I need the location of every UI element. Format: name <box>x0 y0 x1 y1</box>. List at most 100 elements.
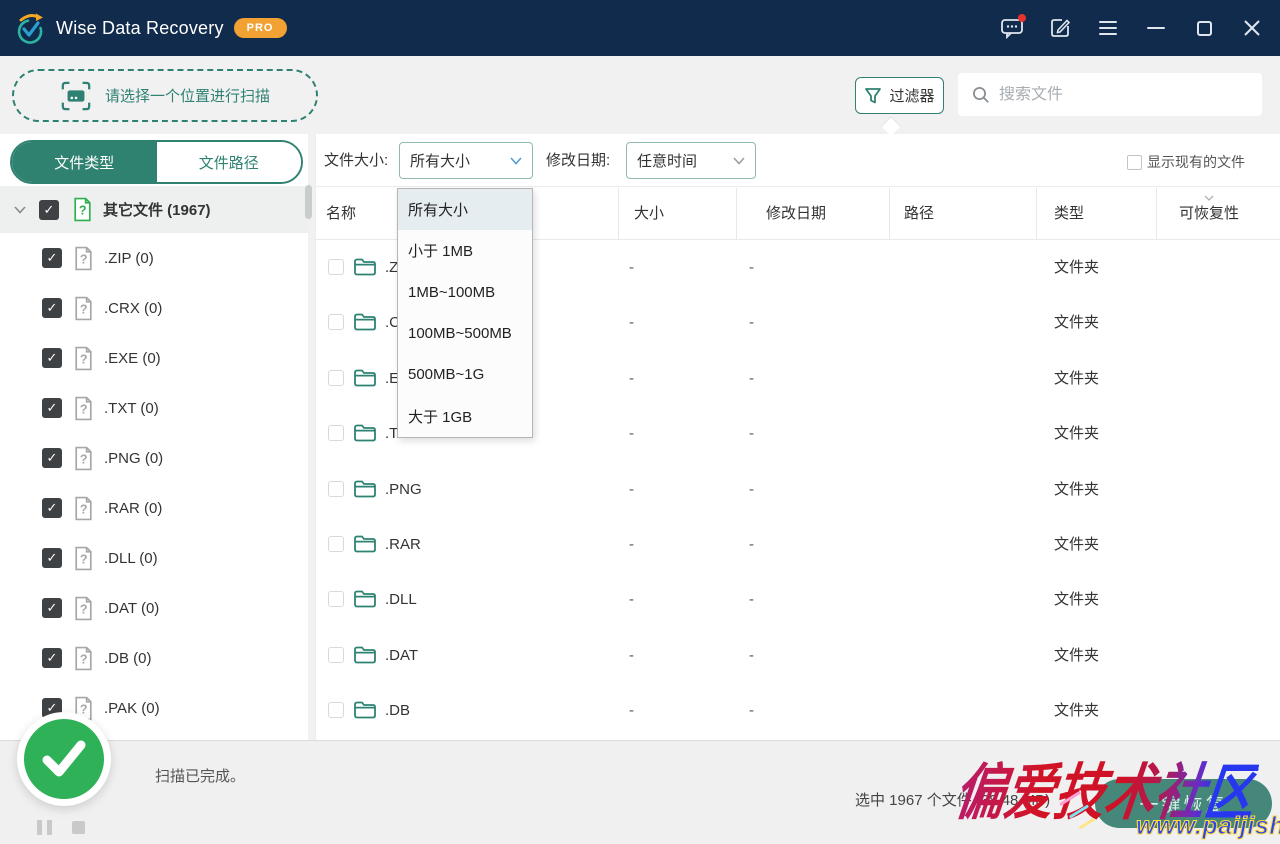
compose-icon[interactable] <box>1048 16 1072 40</box>
dropdown-option[interactable]: 100MB~500MB <box>398 313 532 354</box>
item-label: .PAK (0) <box>104 700 160 717</box>
item-checkbox-checked[interactable]: ✓ <box>42 548 62 568</box>
item-checkbox-checked[interactable]: ✓ <box>42 348 62 368</box>
cell-size: - <box>629 462 634 517</box>
chevron-down-icon[interactable] <box>14 206 26 214</box>
svg-text:?: ? <box>80 352 88 366</box>
table-row[interactable]: .PNG - - 文件夹 <box>316 462 1280 517</box>
search-box[interactable] <box>958 73 1262 116</box>
dropdown-option[interactable]: 500MB~1G <box>398 354 532 395</box>
sidebar-scrollbar[interactable] <box>305 184 312 740</box>
column-divider <box>618 188 619 239</box>
folder-icon <box>353 368 377 388</box>
dropdown-option[interactable]: 大于 1GB <box>398 396 532 437</box>
row-checkbox[interactable] <box>328 370 344 386</box>
col-type[interactable]: 类型 <box>1054 187 1084 240</box>
col-date[interactable]: 修改日期 <box>766 187 826 240</box>
row-checkbox[interactable] <box>328 702 344 718</box>
dropdown-option[interactable]: 所有大小 <box>398 189 532 230</box>
row-checkbox[interactable] <box>328 647 344 663</box>
item-checkbox-checked[interactable]: ✓ <box>42 648 62 668</box>
col-size[interactable]: 大小 <box>634 187 664 240</box>
maximize-icon[interactable] <box>1192 16 1216 40</box>
row-checkbox[interactable] <box>328 481 344 497</box>
list-item[interactable]: ✓ ? .CRX (0) <box>0 283 308 333</box>
item-checkbox-checked[interactable]: ✓ <box>42 448 62 468</box>
list-item[interactable]: ✓ ? .RAR (0) <box>0 483 308 533</box>
item-label: .RAR (0) <box>104 500 162 517</box>
tab-file-path[interactable]: 文件路径 <box>157 142 302 182</box>
col-path[interactable]: 路径 <box>904 187 934 240</box>
modified-date-label: 修改日期: <box>546 134 610 187</box>
item-checkbox-checked[interactable]: ✓ <box>42 498 62 518</box>
list-item[interactable]: ✓ ? .DB (0) <box>0 633 308 683</box>
modified-date-select[interactable]: 任意时间 <box>626 142 756 179</box>
item-checkbox-checked[interactable]: ✓ <box>42 248 62 268</box>
search-input[interactable] <box>999 86 1239 104</box>
cell-type: 文件夹 <box>1054 517 1099 572</box>
list-item[interactable]: ✓ ? .DAT (0) <box>0 583 308 633</box>
filter-button[interactable]: 过滤器 <box>855 77 944 114</box>
checkbox-unchecked[interactable] <box>1127 155 1142 170</box>
message-icon[interactable] <box>1000 16 1024 40</box>
show-existing-checkbox[interactable]: 显示现有的文件 <box>1127 152 1245 172</box>
recover-button[interactable]: 一键恢复 <box>1095 779 1272 828</box>
list-item[interactable]: ✓ ? .TXT (0) <box>0 383 308 433</box>
list-item[interactable]: ✓ ? .EXE (0) <box>0 333 308 383</box>
cell-date: - <box>749 406 754 461</box>
dropdown-option[interactable]: 小于 1MB <box>398 230 532 271</box>
col-name[interactable]: 名称 <box>326 187 356 240</box>
menu-icon[interactable] <box>1096 16 1120 40</box>
scrollbar-thumb[interactable] <box>305 185 312 219</box>
scan-location-label: 请选择一个位置进行扫描 <box>105 85 270 106</box>
pause-icon[interactable] <box>37 820 52 835</box>
stop-icon[interactable] <box>72 821 85 834</box>
list-item[interactable]: ✓ ? .DLL (0) <box>0 533 308 583</box>
folder-icon <box>353 479 377 499</box>
file-size-select[interactable]: 所有大小 <box>399 142 533 179</box>
list-item[interactable]: ✓ ? .ZIP (0) <box>0 233 308 283</box>
item-checkbox-checked[interactable]: ✓ <box>42 598 62 618</box>
row-checkbox[interactable] <box>328 259 344 275</box>
table-row[interactable]: .RAR - - 文件夹 <box>316 517 1280 572</box>
select-scan-location-button[interactable]: 请选择一个位置进行扫描 <box>12 69 318 122</box>
table-row[interactable]: .DLL - - 文件夹 <box>316 572 1280 627</box>
dropdown-option-label: 所有大小 <box>408 199 468 220</box>
cell-type: 文件夹 <box>1054 351 1099 406</box>
row-checkbox[interactable] <box>328 536 344 552</box>
dropdown-option-label: 1MB~100MB <box>408 284 495 301</box>
folder-icon <box>353 423 377 443</box>
item-label: .PNG (0) <box>104 450 163 467</box>
toolbar: 请选择一个位置进行扫描 过滤器 <box>0 56 1280 134</box>
cell-type: 文件夹 <box>1054 683 1099 738</box>
cell-date: - <box>749 351 754 406</box>
row-checkbox[interactable] <box>328 591 344 607</box>
cell-size: - <box>629 351 634 406</box>
cell-size: - <box>629 628 634 683</box>
table-row[interactable]: .DB - - 文件夹 <box>316 683 1280 738</box>
list-item[interactable]: ✓ ? .PNG (0) <box>0 433 308 483</box>
chevron-down-icon <box>510 157 522 165</box>
wise-logo-icon <box>14 12 46 44</box>
table-row[interactable]: .DAT - - 文件夹 <box>316 628 1280 683</box>
close-icon[interactable] <box>1240 16 1264 40</box>
unknown-file-icon: ? <box>73 596 94 621</box>
cell-date: - <box>749 572 754 627</box>
sort-chevron-icon[interactable] <box>1204 195 1214 201</box>
tab-file-type[interactable]: 文件类型 <box>12 142 157 182</box>
item-checkbox-checked[interactable]: ✓ <box>42 398 62 418</box>
funnel-icon <box>864 87 882 105</box>
svg-text:?: ? <box>80 702 88 716</box>
cell-name: .RAR <box>385 517 421 572</box>
item-checkbox-checked[interactable]: ✓ <box>42 298 62 318</box>
cell-size: - <box>629 240 634 295</box>
cell-date: - <box>749 295 754 350</box>
tree-parent-other-files[interactable]: ✓ ? 其它文件 (1967) <box>0 186 308 233</box>
row-checkbox[interactable] <box>328 425 344 441</box>
dropdown-option[interactable]: 1MB~100MB <box>398 272 532 313</box>
cell-size: - <box>629 572 634 627</box>
minimize-icon[interactable] <box>1144 16 1168 40</box>
row-checkbox[interactable] <box>328 314 344 330</box>
file-type-list: ✓ ? .ZIP (0) ✓ ? .CRX (0) ✓ ? .EXE (0) ✓… <box>0 233 308 733</box>
parent-checkbox-checked[interactable]: ✓ <box>39 200 59 220</box>
